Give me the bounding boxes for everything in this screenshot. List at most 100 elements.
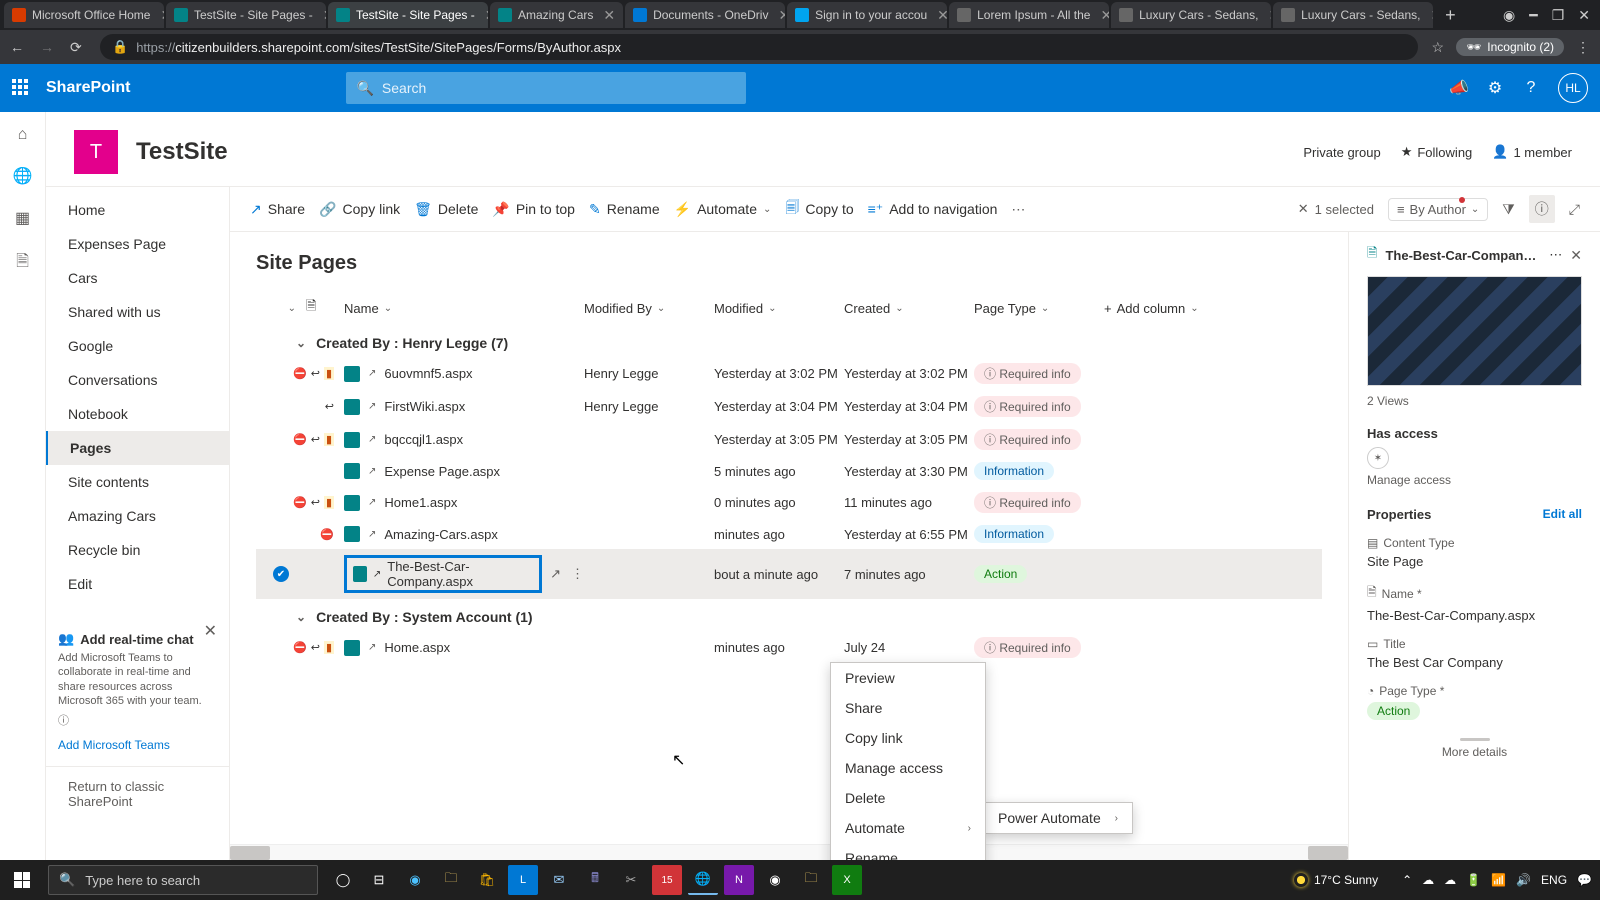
submenu-power-automate[interactable]: Power Automate›: [984, 803, 1132, 833]
browser-tab[interactable]: Luxury Cars - Sedans,✕: [1111, 2, 1271, 28]
bookmark-icon[interactable]: ☆: [1432, 39, 1445, 56]
row-name[interactable]: ↗bqccqjl1.aspx: [344, 432, 584, 448]
more-details-link[interactable]: More details: [1367, 745, 1582, 759]
add-teams-link[interactable]: Add Microsoft Teams: [58, 738, 217, 752]
browser-tab[interactable]: TestSite - Site Pages -✕: [166, 2, 326, 28]
context-menu-item[interactable]: Preview: [831, 663, 985, 693]
browser-account-icon[interactable]: ◉: [1503, 7, 1515, 24]
reload-button[interactable]: ⟳: [70, 39, 86, 55]
table-row[interactable]: ⛔↩▮ ↗Home.aspx minutes ago July 24 ⓘ Req…: [256, 631, 1322, 664]
browser-tab[interactable]: TestSite - Site Pages -✕: [328, 2, 488, 28]
tab-close-icon[interactable]: ✕: [603, 7, 615, 24]
file-type-icon[interactable]: 🗎: [306, 297, 316, 319]
manage-access-link[interactable]: Manage access: [1367, 473, 1582, 487]
col-name[interactable]: Name⌄: [344, 301, 584, 316]
drag-handle-icon[interactable]: [1460, 738, 1490, 741]
horizontal-scrollbar[interactable]: [230, 844, 1348, 860]
context-menu-item[interactable]: Share: [831, 693, 985, 723]
task-view-icon[interactable]: ◯: [328, 865, 358, 895]
col-created[interactable]: Created⌄: [844, 301, 974, 316]
chevron-down-icon[interactable]: ⌄: [288, 303, 296, 314]
user-avatar[interactable]: HL: [1558, 73, 1588, 103]
share-row-icon[interactable]: ↗: [550, 566, 561, 582]
nav-item[interactable]: Google: [46, 329, 229, 363]
nav-item[interactable]: Conversations: [46, 363, 229, 397]
prop-title[interactable]: The Best Car Company: [1367, 655, 1582, 670]
tab-close-icon[interactable]: ✕: [1268, 7, 1271, 24]
nav-item[interactable]: Site contents: [46, 465, 229, 499]
site-following[interactable]: ★ Following: [1401, 144, 1473, 160]
settings-icon[interactable]: ⚙: [1486, 79, 1504, 97]
return-classic[interactable]: Return to classic SharePoint: [46, 766, 229, 821]
table-row[interactable]: ↗Expense Page.aspx 5 minutes ago Yesterd…: [256, 456, 1322, 486]
edge-icon[interactable]: ◉: [400, 865, 430, 895]
cmd-delete[interactable]: 🗑Delete: [414, 201, 478, 218]
app-icon[interactable]: L: [508, 865, 538, 895]
cmd-copy-to[interactable]: 🗐Copy to: [785, 197, 853, 221]
mail-icon[interactable]: ✉: [544, 865, 574, 895]
context-menu-item[interactable]: Copy link: [831, 723, 985, 753]
nav-item[interactable]: Notebook: [46, 397, 229, 431]
row-name[interactable]: ↗Home1.aspx: [344, 495, 584, 511]
nav-item[interactable]: Expenses Page: [46, 227, 229, 261]
access-persona[interactable]: ✶: [1367, 447, 1389, 469]
chevron-down-icon[interactable]: ⌄: [296, 336, 306, 350]
close-panel-icon[interactable]: ✕: [1570, 247, 1582, 264]
new-tab-button[interactable]: +: [1435, 5, 1466, 26]
weather-widget[interactable]: 17°C Sunny: [1294, 873, 1378, 887]
globe-icon[interactable]: 🌐: [13, 166, 33, 186]
start-button[interactable]: [0, 860, 44, 900]
browser-menu-icon[interactable]: ⋮: [1576, 39, 1590, 56]
selection-count[interactable]: ✕ 1 selected: [1298, 201, 1374, 217]
page-thumbnail[interactable]: [1367, 276, 1582, 386]
details-more-icon[interactable]: ⋯: [1549, 247, 1562, 263]
row-overflow-icon[interactable]: ⋮: [571, 566, 584, 582]
obs-icon[interactable]: ◉: [760, 865, 790, 895]
news-icon[interactable]: ▦: [15, 208, 30, 228]
context-menu-item[interactable]: Automate›: [831, 813, 985, 843]
tray-wifi-icon[interactable]: 📶: [1491, 873, 1506, 887]
tray-cloud-icon[interactable]: ☁: [1444, 873, 1456, 887]
calculator-icon[interactable]: 🖩: [580, 865, 610, 895]
cmd-automate[interactable]: ⚡Automate⌄: [674, 201, 772, 218]
tab-close-icon[interactable]: ✕: [1100, 7, 1109, 24]
excel-icon[interactable]: X: [832, 865, 862, 895]
nav-item[interactable]: Shared with us: [46, 295, 229, 329]
chrome-icon[interactable]: 🌐: [688, 865, 718, 895]
context-menu-item[interactable]: Rename: [831, 843, 985, 860]
row-name[interactable]: ↗Home.aspx: [344, 640, 584, 656]
tab-close-icon[interactable]: ✕: [937, 7, 947, 24]
cmd-overflow[interactable]: ⋯: [1011, 201, 1025, 218]
prop-name[interactable]: The-Best-Car-Company.aspx: [1367, 608, 1582, 623]
nav-item[interactable]: Pages: [46, 431, 229, 465]
browser-tab[interactable]: Sign in to your accou✕: [787, 2, 947, 28]
tray-notifications-icon[interactable]: 💬: [1577, 873, 1592, 887]
table-row[interactable]: ⛔↩▮ ↗6uovmnf5.aspx Henry Legge Yesterday…: [256, 357, 1322, 390]
tab-close-icon[interactable]: ✕: [778, 7, 785, 24]
prop-pagetype[interactable]: Action: [1367, 702, 1420, 720]
files-icon[interactable]: 🗎: [16, 250, 29, 277]
tray-volume-icon[interactable]: 🔊: [1516, 873, 1531, 887]
suite-search[interactable]: 🔍: [346, 72, 746, 104]
browser-tab[interactable]: Luxury Cars - Sedans,✕: [1273, 2, 1433, 28]
cortana-icon[interactable]: ⊟: [364, 865, 394, 895]
tray-onedrive-icon[interactable]: ☁: [1422, 873, 1434, 887]
row-name[interactable]: ↗FirstWiki.aspx: [344, 399, 584, 415]
suite-search-input[interactable]: [382, 80, 737, 96]
context-menu-item[interactable]: Manage access: [831, 753, 985, 783]
view-selector[interactable]: ≡ By Author ⌄: [1388, 198, 1488, 221]
browser-tab[interactable]: Documents - OneDriv✕: [625, 2, 785, 28]
row-name[interactable]: ↗The-Best-Car-Company.aspx↗⋮: [344, 555, 584, 593]
window-close[interactable]: ✕: [1578, 7, 1590, 24]
cmd-rename[interactable]: ✎Rename: [589, 201, 660, 218]
megaphone-icon[interactable]: 📣: [1450, 79, 1468, 97]
col-modified-by[interactable]: Modified By⌄: [584, 301, 714, 316]
forward-button[interactable]: →: [40, 39, 56, 55]
tab-close-icon[interactable]: ✕: [323, 7, 326, 24]
nav-item[interactable]: Edit: [46, 567, 229, 601]
col-modified[interactable]: Modified⌄: [714, 301, 844, 316]
row-name[interactable]: ↗Expense Page.aspx: [344, 463, 584, 479]
onenote-icon[interactable]: N: [724, 865, 754, 895]
selected-check-icon[interactable]: ✔: [273, 566, 289, 582]
table-row[interactable]: ⛔↩▮ ↗Home1.aspx 0 minutes ago 11 minutes…: [256, 486, 1322, 519]
